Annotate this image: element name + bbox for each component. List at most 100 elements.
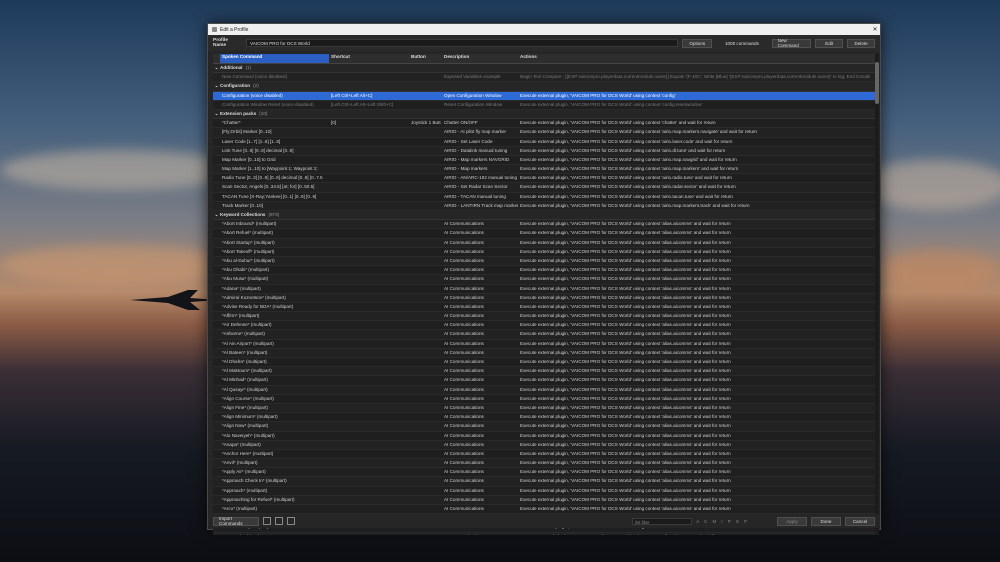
table-row[interactable]: *Align Now* (multipart) AI Communications…	[213, 422, 875, 432]
group-header[interactable]: ⌄ Keyword Collections (973)	[213, 211, 875, 221]
row-indent	[213, 404, 220, 412]
table-row[interactable]: *Al Ain Airport* (multipart) AI Communica…	[213, 340, 875, 349]
description-cell: AI Communications	[444, 239, 484, 245]
table-row[interactable]: *Airborne* (multipart) AI Communications E…	[213, 330, 875, 340]
table-row[interactable]: *Approach* (multipart) AI Communications E…	[213, 487, 875, 496]
table-row[interactable]: *Abort Inbound* (multipart) AI Communicat…	[213, 220, 875, 230]
row-indent	[213, 505, 220, 513]
table-row[interactable]: *Abort Refuel* (multipart) AI Communicati…	[213, 229, 875, 239]
table-row[interactable]: *Al Maktoum* (multipart) AI Communication…	[213, 367, 875, 377]
table-row[interactable]: *Al Qusayr* (multipart) AI Communications…	[213, 385, 875, 395]
table-row[interactable]: Configuration Window Reset (voice disabl…	[213, 101, 875, 110]
table-row[interactable]: *Al Dhafra* (multipart) AI Communications…	[213, 358, 875, 368]
actions-cell: Execute external plugin, 'VAICOM PRO for…	[520, 147, 726, 153]
table-row[interactable]: TACAN Tune [X-Ray;Yankee] [0..1] [0..9] …	[213, 193, 875, 202]
edit-button[interactable]: Edit	[815, 38, 844, 48]
table-row[interactable]: *Al Bateen* (multipart) AI Communications…	[213, 348, 875, 358]
import-commands-button[interactable]: Import Commands	[213, 516, 259, 526]
group-header[interactable]: ⌄ Configuration (2)	[213, 82, 875, 92]
chevron-down-icon[interactable]: ⌄	[213, 211, 220, 219]
chevron-down-icon[interactable]: ⌄	[213, 64, 220, 72]
table-row[interactable]: *Affirm* (multipart) AI Communications Exe…	[213, 312, 875, 322]
row-indent	[213, 358, 220, 366]
spoken-cell: *Air Defense* (multipart)	[222, 322, 272, 328]
table-row[interactable]: *Armor* (multipart) AI CommunicationsExec…	[213, 532, 875, 535]
spoken-cell: Track Marker [0..10]	[222, 202, 263, 208]
new-command-button[interactable]: New Command	[771, 38, 812, 48]
table-row[interactable]: Radio Tune [0..3] [0..9] [0..9] decimal …	[213, 174, 875, 184]
table-row[interactable]: Laser Code [1..7] [1..8] [1..8] AIRIO - S…	[213, 138, 875, 147]
table-row[interactable]: *Anvil* (multipart) AI Communications Exec…	[213, 459, 875, 469]
row-indent	[213, 330, 220, 338]
options-button[interactable]: Options	[682, 38, 713, 48]
column-description[interactable]: Description	[442, 54, 518, 63]
done-button[interactable]: Done	[811, 516, 841, 526]
spoken-cell: *Al Minhad* (multipart)	[222, 377, 268, 383]
chevron-down-icon[interactable]: ⌄	[213, 82, 220, 90]
table-row[interactable]: Scan Sector, Angels [0..34.5] [at; for] …	[213, 183, 875, 193]
table-row[interactable]: *Abu Musa* (multipart) AI Communications E…	[213, 275, 875, 285]
table-row[interactable]: Link Tune [0..9] [0..9] decimal [0..9] AI…	[213, 146, 875, 156]
table-row[interactable]: *Admiral Kuznetsov* (multipart) AI Commun…	[213, 293, 875, 303]
scrollbar-thumb[interactable]	[875, 62, 879, 104]
column-spoken-command[interactable]: Spoken Command	[220, 54, 329, 63]
spoken-cell: Scan Sector, Angels [0..34.5] [at; for] …	[222, 184, 315, 190]
list-filter-input[interactable]: list filter	[632, 517, 693, 525]
description-cell: AI Communications	[444, 276, 484, 282]
description-cell: AI Communications	[444, 322, 484, 328]
description-cell: AI Communications	[444, 441, 484, 447]
spoken-cell: *Advise Ready for BDA* (multipart)	[222, 303, 294, 309]
table-row[interactable]: *Anchor Here* (multipart) AI Communicatio…	[213, 450, 875, 460]
table-row[interactable]: *Apply Air* (multipart) AI Communications…	[213, 468, 875, 478]
table-row[interactable]: *Align Fine* (multipart) AI Communication…	[213, 403, 875, 414]
table-row[interactable]: *Air Defense* (multipart) AI Communicatio…	[213, 321, 875, 331]
shortcut-cell	[329, 239, 409, 247]
table-row[interactable]: Track Marker [0..10] AIRIO - LANTIRN Trac…	[213, 201, 875, 211]
table-row[interactable]: New Command (voice disabled) Exposed Vari…	[213, 73, 875, 83]
cancel-button[interactable]: Cancel	[845, 516, 875, 526]
table-row[interactable]: *Chatter* [0] Joystick 1 Butt Chatter ON/OF…	[213, 119, 875, 129]
description-cell: AI Communications	[444, 432, 484, 438]
column-button[interactable]: Button	[409, 54, 442, 63]
actions-cell: Execute external plugin, 'VAICOM PRO for…	[520, 395, 731, 401]
table-row[interactable]: *Align Minimum* (multipart) AI Communicat…	[213, 413, 875, 423]
column-shortcut[interactable]: Shortcut	[329, 54, 409, 63]
table-row[interactable]: *Abu al-Duhur* (multipart) AI Communicati…	[213, 256, 875, 267]
table-row[interactable]: *Abort Startup* (multipart) AI Communicat…	[213, 238, 875, 248]
table-row[interactable]: *Advise Ready for BDA* (multipart) AI Com…	[213, 303, 875, 313]
filter-letters[interactable]: A C M I P S P	[696, 519, 749, 524]
list-view-icon[interactable]	[263, 517, 271, 525]
table-row[interactable]: *Abu Dhabi* (multipart) AI Communications…	[213, 266, 875, 276]
profile-name-input[interactable]: VAICOM PRO for DCS World	[246, 39, 679, 47]
table-row[interactable]: Configuration (voice disabled) [Left Ctrl…	[213, 91, 875, 101]
spoken-cell: *Adana* (multipart)	[222, 285, 261, 291]
column-actions[interactable]: Actions	[518, 54, 870, 63]
description-cell: AI Communications	[444, 221, 484, 227]
apply-button[interactable]: Apply	[777, 516, 807, 526]
chevron-down-icon[interactable]: ⌄	[213, 110, 220, 118]
vertical-scrollbar[interactable]	[875, 54, 879, 535]
table-row[interactable]: Map Marker [1..10] to [Waypoint 1; Waypo…	[213, 165, 875, 175]
table-row[interactable]: *Align Course* (multipart) AI Communicati…	[213, 395, 875, 404]
actions-cell: Execute external plugin, 'VAICOM PRO for…	[520, 340, 731, 346]
toggle-view-icon[interactable]	[287, 517, 295, 525]
table-row[interactable]: *Arco* (multipart) AI Communications Execu…	[213, 505, 875, 515]
group-header[interactable]: ⌄ Additional (1)	[213, 64, 875, 74]
table-row[interactable]: *Approaching for Refuel* (multipart) AI C…	[213, 495, 875, 505]
table-row[interactable]: *Approach Check In* (multipart) AI Commun…	[213, 477, 875, 487]
button-cell	[409, 73, 442, 81]
spoken-cell: *Arco* (multipart)	[222, 506, 257, 511]
table-row[interactable]: *Adana* (multipart) AI Communications Exec…	[213, 285, 875, 294]
table-row[interactable]: [Fly;Orbit] Marker [0..10] AIRIO - AI pil…	[213, 128, 875, 138]
window-view-icon[interactable]	[275, 517, 283, 525]
delete-button[interactable]: Delete	[847, 38, 875, 48]
button-cell	[409, 312, 442, 320]
table-row[interactable]: *Alo Naveiyeh* (multipart) AI Communicati…	[213, 432, 875, 441]
table-row[interactable]: *Abort Takeoff* (multipart) AI Communicat…	[213, 248, 875, 257]
group-label: Configuration	[220, 83, 251, 89]
table-row[interactable]: *Anapa* (multipart) AI Communications Exec…	[213, 440, 875, 450]
close-icon[interactable]: ✕	[870, 26, 880, 33]
table-row[interactable]: *Al Minhad* (multipart) AI Communications…	[213, 376, 875, 386]
table-row[interactable]: Map Marker [0..10] to Grid AIRIO - Map ma…	[213, 156, 875, 166]
group-header[interactable]: ⌄ Extension packs (10)	[213, 109, 875, 120]
